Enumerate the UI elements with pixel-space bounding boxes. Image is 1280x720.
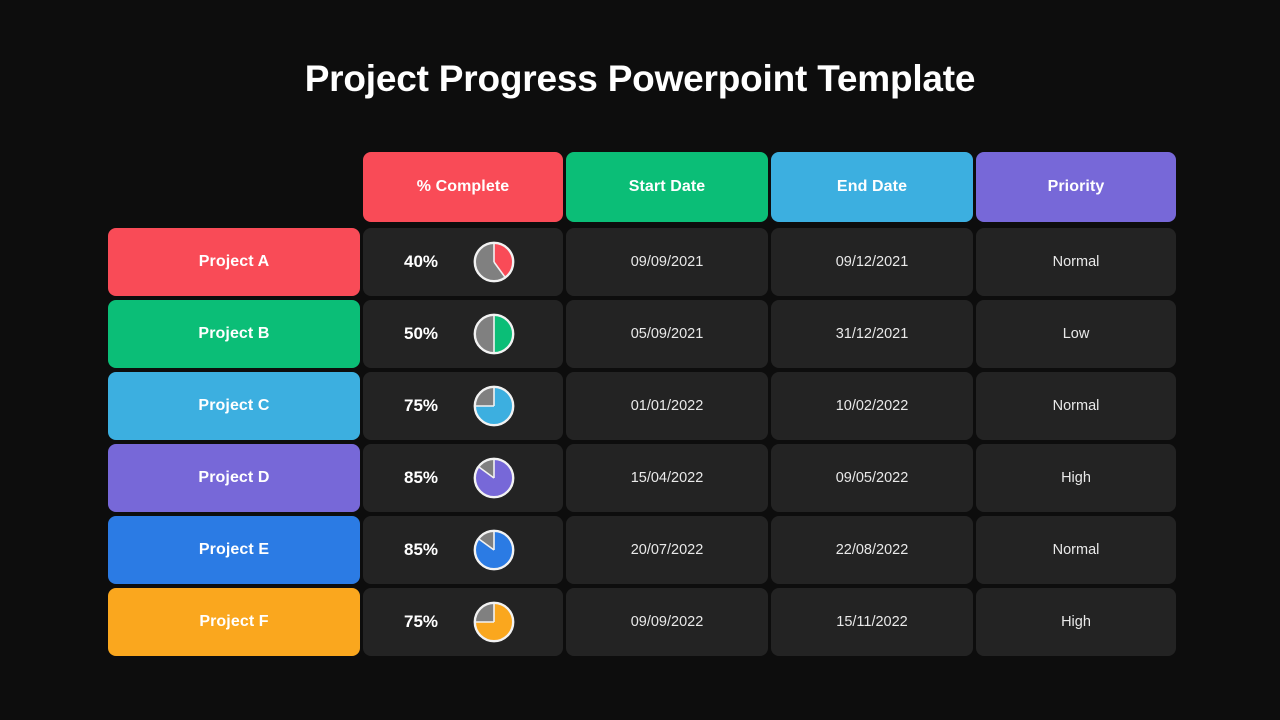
- end-date-value: 22/08/2022: [835, 542, 909, 558]
- project-name: Project A: [198, 253, 270, 270]
- project-label-cell[interactable]: Project E: [108, 516, 360, 584]
- project-name: Project F: [199, 613, 269, 630]
- start-date-value: 01/01/2022: [630, 398, 704, 414]
- project-name: Project C: [198, 397, 270, 414]
- project-name: Project E: [198, 541, 270, 558]
- percent-complete-cell[interactable]: 85%: [363, 444, 563, 512]
- project-label-cell[interactable]: Project B: [108, 300, 360, 368]
- project-progress-table: % Complete Start Date End Date Priority …: [108, 152, 1176, 660]
- start-date-cell[interactable]: 05/09/2021: [566, 300, 768, 368]
- progress-pie-chart-icon: [472, 528, 516, 572]
- percent-complete-cell[interactable]: 75%: [363, 372, 563, 440]
- priority-cell[interactable]: Normal: [976, 516, 1176, 584]
- project-label-cell[interactable]: Project D: [108, 444, 360, 512]
- progress-pie-chart-icon: [472, 456, 516, 500]
- project-label-cell[interactable]: Project C: [108, 372, 360, 440]
- priority-value: High: [1061, 470, 1091, 486]
- start-date-value: 09/09/2022: [630, 614, 704, 630]
- header-spacer: [108, 152, 360, 222]
- column-header-percent-complete[interactable]: % Complete: [363, 152, 563, 222]
- priority-value: High: [1061, 614, 1091, 630]
- percent-complete-value: 50%: [404, 324, 439, 343]
- start-date-value: 09/09/2021: [630, 254, 704, 270]
- percent-complete-value: 85%: [404, 468, 439, 487]
- priority-value: Normal: [1052, 542, 1100, 558]
- progress-pie-chart-icon: [472, 240, 516, 284]
- table-body: Project A 40% 09/09/2021 09/12/2021 Normal Pr…: [108, 228, 1176, 656]
- column-header-start-date[interactable]: Start Date: [566, 152, 768, 222]
- priority-cell[interactable]: High: [976, 444, 1176, 512]
- priority-cell[interactable]: Normal: [976, 228, 1176, 296]
- page-title: Project Progress Powerpoint Template: [304, 58, 976, 99]
- end-date-cell[interactable]: 09/05/2022: [771, 444, 973, 512]
- project-name: Project D: [198, 469, 270, 486]
- priority-cell[interactable]: Low: [976, 300, 1176, 368]
- start-date-value: 20/07/2022: [630, 542, 704, 558]
- percent-complete-cell[interactable]: 75%: [363, 588, 563, 656]
- progress-pie-chart-icon: [472, 600, 516, 644]
- percent-complete-value: 75%: [404, 396, 439, 415]
- priority-value: Normal: [1052, 254, 1100, 270]
- table-row: Project C 75% 01/01/2022 10/02/2022 Normal: [108, 372, 1176, 440]
- percent-complete-cell[interactable]: 40%: [363, 228, 563, 296]
- percent-complete-value: 75%: [404, 612, 439, 631]
- project-name: Project B: [198, 325, 270, 342]
- column-header-label: End Date: [836, 178, 908, 195]
- project-label-cell[interactable]: Project A: [108, 228, 360, 296]
- table-row: Project F 75% 09/09/2022 15/11/2022 High: [108, 588, 1176, 656]
- priority-cell[interactable]: High: [976, 588, 1176, 656]
- project-label-cell[interactable]: Project F: [108, 588, 360, 656]
- priority-value: Low: [1062, 326, 1090, 342]
- end-date-value: 31/12/2021: [835, 326, 909, 342]
- end-date-cell[interactable]: 22/08/2022: [771, 516, 973, 584]
- percent-complete-cell[interactable]: 50%: [363, 300, 563, 368]
- slide: Project Progress Powerpoint Template % C…: [0, 0, 1280, 720]
- table-row: Project B 50% 05/09/2021 31/12/2021 Low: [108, 300, 1176, 368]
- table-header-row: % Complete Start Date End Date Priority: [108, 152, 1176, 222]
- column-header-priority[interactable]: Priority: [976, 152, 1176, 222]
- progress-pie-chart-icon: [472, 312, 516, 356]
- end-date-cell[interactable]: 31/12/2021: [771, 300, 973, 368]
- start-date-cell[interactable]: 09/09/2021: [566, 228, 768, 296]
- end-date-value: 15/11/2022: [836, 614, 908, 630]
- start-date-cell[interactable]: 15/04/2022: [566, 444, 768, 512]
- start-date-value: 05/09/2021: [630, 326, 704, 342]
- column-header-label: Priority: [1047, 178, 1105, 195]
- percent-complete-value: 85%: [404, 540, 439, 559]
- percent-complete-cell[interactable]: 85%: [363, 516, 563, 584]
- progress-pie-chart-icon: [472, 384, 516, 428]
- table-row: Project E 85% 20/07/2022 22/08/2022 Normal: [108, 516, 1176, 584]
- priority-value: Normal: [1052, 398, 1100, 414]
- start-date-cell[interactable]: 01/01/2022: [566, 372, 768, 440]
- end-date-value: 10/02/2022: [835, 398, 909, 414]
- column-header-end-date[interactable]: End Date: [771, 152, 973, 222]
- column-header-label: Start Date: [628, 178, 706, 195]
- end-date-value: 09/05/2022: [835, 470, 909, 486]
- percent-complete-value: 40%: [404, 252, 439, 271]
- priority-cell[interactable]: Normal: [976, 372, 1176, 440]
- start-date-value: 15/04/2022: [630, 470, 704, 486]
- start-date-cell[interactable]: 09/09/2022: [566, 588, 768, 656]
- table-row: Project D 85% 15/04/2022 09/05/2022 High: [108, 444, 1176, 512]
- end-date-cell[interactable]: 09/12/2021: [771, 228, 973, 296]
- table-row: Project A 40% 09/09/2021 09/12/2021 Normal: [108, 228, 1176, 296]
- end-date-cell[interactable]: 15/11/2022: [771, 588, 973, 656]
- end-date-cell[interactable]: 10/02/2022: [771, 372, 973, 440]
- column-header-label: % Complete: [416, 178, 510, 195]
- end-date-value: 09/12/2021: [835, 254, 909, 270]
- start-date-cell[interactable]: 20/07/2022: [566, 516, 768, 584]
